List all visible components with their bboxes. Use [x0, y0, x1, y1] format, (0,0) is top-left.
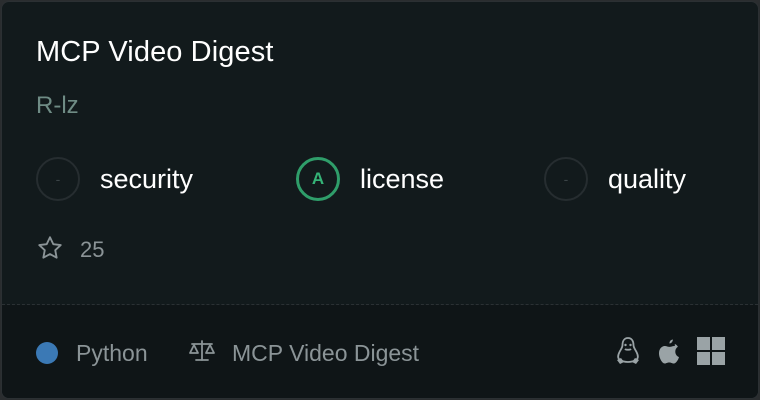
- security-grade-badge: -: [36, 157, 80, 201]
- license-label: license: [360, 163, 445, 194]
- card-title[interactable]: MCP Video Digest: [36, 36, 273, 69]
- license-name: MCP Video Digest: [232, 339, 420, 366]
- card-author[interactable]: R-lz: [36, 92, 79, 120]
- quality-grade-badge: -: [544, 157, 588, 201]
- scale-icon: [188, 338, 216, 369]
- star-icon: [36, 234, 64, 267]
- score-license: A license: [296, 156, 444, 202]
- windows-icon: [696, 336, 726, 371]
- apple-icon: [656, 336, 682, 371]
- language-name: Python: [76, 339, 148, 366]
- score-security: - security: [36, 156, 193, 202]
- platforms: [614, 336, 726, 370]
- card-footer: Python MCP Video Digest: [2, 305, 758, 398]
- server-card[interactable]: MCP Video Digest R-lz - security A licen…: [1, 1, 759, 399]
- star-count: 25: [36, 235, 104, 265]
- quality-label: quality: [608, 163, 687, 194]
- security-label: security: [100, 163, 194, 194]
- language: Python: [36, 339, 148, 367]
- license-info: MCP Video Digest: [188, 339, 419, 367]
- score-quality: - quality: [544, 156, 686, 202]
- license-grade-badge: A: [296, 157, 340, 201]
- linux-icon: [614, 335, 642, 372]
- language-color-dot: [36, 342, 58, 364]
- star-count-value: 25: [80, 237, 105, 262]
